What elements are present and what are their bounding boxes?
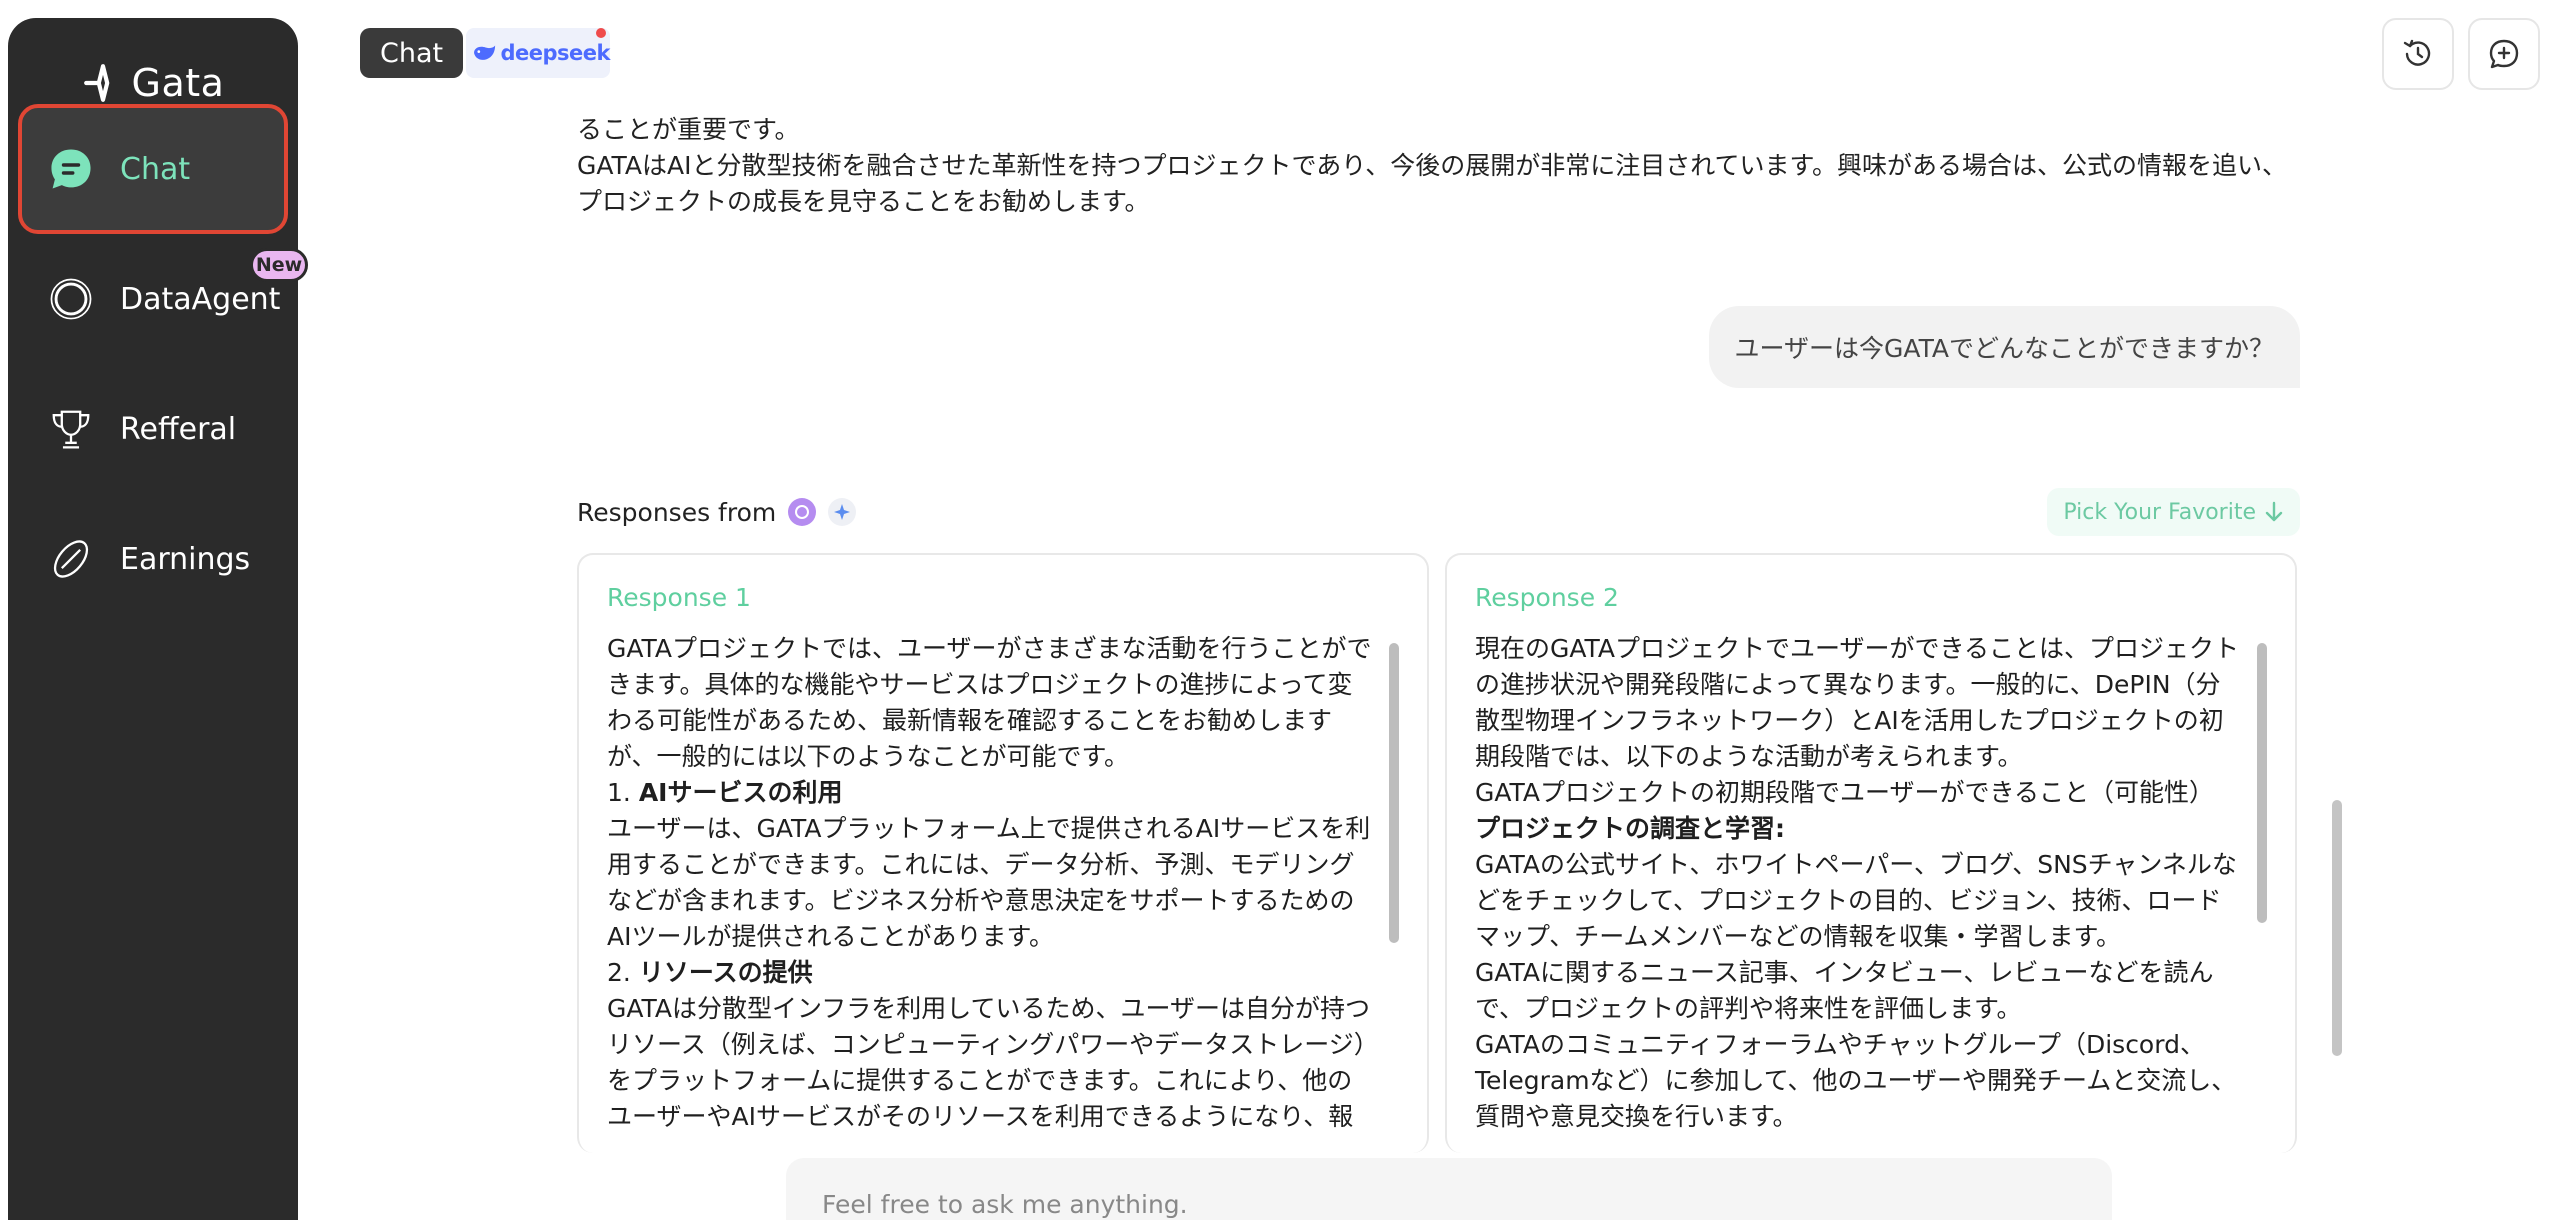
page-scrollbar[interactable] bbox=[2332, 800, 2342, 1056]
list-title: リソースの提供 bbox=[638, 958, 813, 987]
response-scrollbar[interactable] bbox=[1389, 643, 1399, 943]
new-chat-icon bbox=[2489, 39, 2519, 69]
model-selector[interactable]: deepseek bbox=[466, 28, 610, 78]
responses-from-label: Responses from bbox=[577, 497, 777, 527]
response-body: GATAプロジェクトでは、ユーザーがさまざまな活動を行うことができます。具体的な… bbox=[607, 631, 1377, 1135]
orb-icon bbox=[50, 278, 92, 320]
notification-dot bbox=[596, 28, 606, 38]
response-card-1[interactable]: Response 1 GATAプロジェクトでは、ユーザーがさまざまな活動を行うこ… bbox=[577, 553, 1429, 1153]
sidebar-item-dataagent[interactable]: DataAgent bbox=[18, 234, 288, 364]
whale-icon bbox=[474, 45, 496, 60]
answer-line: ることが重要です。 bbox=[577, 115, 800, 144]
answer-line: GATAはAIと分散型技術を融合させた革新性を持つプロジェクトであり、今後の展開… bbox=[577, 151, 2287, 216]
response-paragraph: GATAプロジェクトでは、ユーザーがさまざまな活動を行うことができます。具体的な… bbox=[607, 634, 1372, 771]
sidebar-item-label: Earnings bbox=[120, 541, 251, 577]
list-number: 2. bbox=[607, 958, 639, 987]
response-title: Response 2 bbox=[1475, 583, 1619, 612]
previous-answer: ることが重要です。 GATAはAIと分散型技術を融合させた革新性を持つプロジェク… bbox=[577, 112, 2307, 220]
message-input[interactable] bbox=[822, 1190, 2022, 1219]
history-icon bbox=[2403, 39, 2431, 66]
chat-bubble-icon bbox=[51, 149, 91, 189]
response-heading: 1. AIサービスの利用 bbox=[607, 775, 1377, 811]
response-scrollbar[interactable] bbox=[2257, 643, 2267, 923]
coin-icon bbox=[53, 540, 89, 578]
response-paragraph: GATAは分散型インフラを利用しているため、ユーザーは自分が持つリソース（例えば… bbox=[607, 994, 1370, 1131]
user-message: ユーザーは今GATAでどんなことができますか？ bbox=[1708, 306, 2300, 388]
message-composer[interactable] bbox=[786, 1158, 2112, 1220]
responses-header: Responses from bbox=[577, 492, 857, 532]
sparkle-avatar-icon bbox=[828, 498, 857, 526]
response-paragraph: GATAプロジェクトの初期段階でユーザーができること（可能性） bbox=[1475, 778, 2214, 807]
model-avatar-icon bbox=[788, 498, 817, 526]
history-button[interactable] bbox=[2382, 18, 2454, 90]
new-chat-button[interactable] bbox=[2468, 18, 2540, 90]
gata-logo-icon bbox=[83, 64, 109, 102]
response-card-2[interactable]: Response 2 現在のGATAプロジェクトでユーザーができることは、プロジ… bbox=[1445, 553, 2297, 1153]
pick-favorite-label: Pick Your Favorite bbox=[2063, 499, 2256, 525]
sidebar-item-label: DataAgent bbox=[120, 281, 281, 317]
sidebar: Gata Chat DataAgent Refferal Earnings Ne bbox=[8, 18, 308, 1220]
response-paragraph: 現在のGATAプロジェクトでユーザーができることは、プロジェクトの進捗状況や開発… bbox=[1475, 634, 2239, 771]
sidebar-item-label: Chat bbox=[120, 151, 191, 187]
list-number: 1. bbox=[607, 778, 639, 807]
sidebar-item-refferal[interactable]: Refferal bbox=[18, 364, 288, 494]
sidebar-item-earnings[interactable]: Earnings bbox=[18, 494, 288, 624]
pick-favorite-button[interactable]: Pick Your Favorite bbox=[2047, 488, 2300, 536]
section-title: プロジェクトの調査と学習: bbox=[1475, 814, 1785, 843]
new-badge: New bbox=[250, 248, 308, 282]
sidebar-item-label: Refferal bbox=[120, 411, 237, 447]
model-name: deepseek bbox=[500, 41, 610, 65]
response-title: Response 1 bbox=[607, 583, 751, 612]
response-heading: 2. リソースの提供 bbox=[607, 955, 1377, 991]
logo-text: Gata bbox=[131, 61, 225, 105]
response-paragraph: GATAのコミュニティフォーラムやチャットグループ（Discord、Telegr… bbox=[1475, 1030, 2237, 1131]
arrow-down-icon bbox=[2265, 501, 2283, 522]
response-heading: プロジェクトの調査と学習: bbox=[1475, 811, 2245, 847]
chat-mode-chip[interactable]: Chat bbox=[360, 28, 464, 78]
response-body: 現在のGATAプロジェクトでユーザーができることは、プロジェクトの進捗状況や開発… bbox=[1475, 631, 2245, 1135]
response-paragraph: ユーザーは、GATAプラットフォーム上で提供されるAIサービスを利用することがで… bbox=[607, 814, 1371, 951]
list-title: AIサービスの利用 bbox=[638, 778, 843, 807]
sidebar-item-chat[interactable]: Chat bbox=[18, 104, 288, 234]
trophy-icon bbox=[52, 410, 90, 449]
response-paragraph: GATAに関するニュース記事、インタビュー、レビューなどを読んで、プロジェクトの… bbox=[1475, 958, 2214, 1023]
response-paragraph: GATAの公式サイト、ホワイトペーパー、ブログ、SNSチャンネルなどをチェックし… bbox=[1475, 850, 2237, 951]
